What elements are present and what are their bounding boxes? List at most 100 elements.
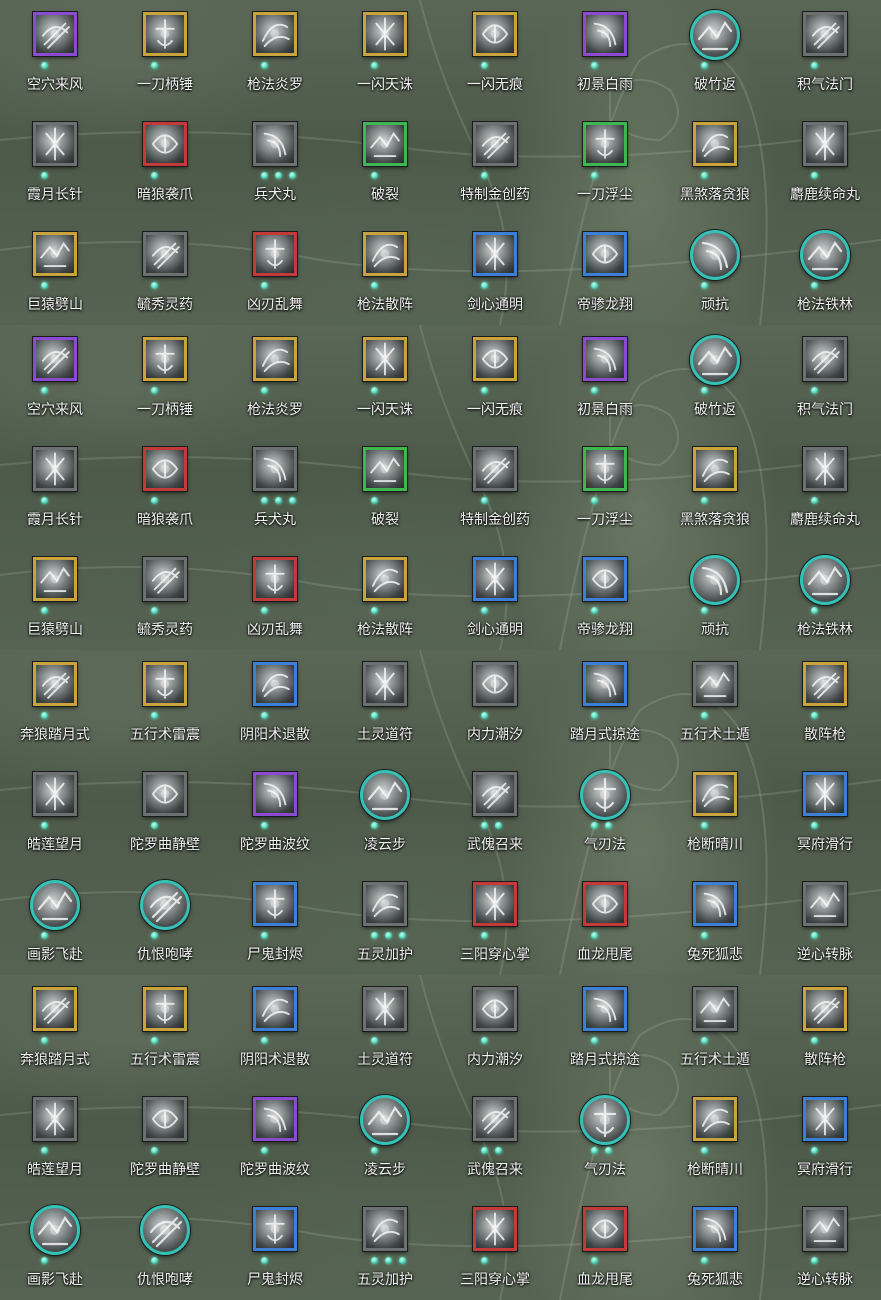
skill-icon[interactable] xyxy=(30,1205,80,1255)
skill-slot[interactable]: 空穴来风 xyxy=(0,0,110,110)
skill-slot[interactable]: 顽抗 xyxy=(660,220,770,325)
skill-slot[interactable]: 巨猿劈山 xyxy=(0,545,110,650)
skill-slot[interactable]: 皓莲望月 xyxy=(0,1085,110,1195)
skill-slot[interactable]: 一闪无痕 xyxy=(440,325,550,435)
skill-slot[interactable]: 初景白雨 xyxy=(550,0,660,110)
skill-slot[interactable]: 霞月长针 xyxy=(0,110,110,220)
skill-icon[interactable] xyxy=(800,555,850,605)
skill-icon[interactable] xyxy=(33,772,77,816)
skill-slot[interactable]: 土灵道符 xyxy=(330,975,440,1085)
skill-slot[interactable]: 黑煞落贪狼 xyxy=(660,110,770,220)
skill-icon[interactable] xyxy=(803,662,847,706)
skill-icon[interactable] xyxy=(33,662,77,706)
skill-icon[interactable] xyxy=(473,1097,517,1141)
skill-icon[interactable] xyxy=(473,122,517,166)
skill-icon[interactable] xyxy=(693,882,737,926)
skill-slot[interactable]: 踏月式掠途 xyxy=(550,650,660,760)
skill-icon[interactable] xyxy=(473,882,517,926)
skill-icon[interactable] xyxy=(253,12,297,56)
skill-icon[interactable] xyxy=(693,447,737,491)
skill-icon[interactable] xyxy=(360,770,410,820)
skill-slot[interactable]: 皓莲望月 xyxy=(0,760,110,870)
skill-slot[interactable]: 破竹返 xyxy=(660,0,770,110)
skill-slot[interactable]: 五行术雷震 xyxy=(110,650,220,760)
skill-icon[interactable] xyxy=(693,662,737,706)
skill-icon[interactable] xyxy=(363,662,407,706)
skill-slot[interactable]: 陀罗曲静壁 xyxy=(110,760,220,870)
skill-icon[interactable] xyxy=(800,230,850,280)
skill-icon[interactable] xyxy=(803,12,847,56)
skill-slot[interactable]: 五灵加护 xyxy=(330,870,440,975)
skill-icon[interactable] xyxy=(253,557,297,601)
skill-icon[interactable] xyxy=(143,337,187,381)
skill-slot[interactable]: 陀罗曲静壁 xyxy=(110,1085,220,1195)
skill-slot[interactable]: 一刀柄锤 xyxy=(110,325,220,435)
skill-icon[interactable] xyxy=(143,662,187,706)
skill-slot[interactable]: 帝骖龙翔 xyxy=(550,545,660,650)
skill-icon[interactable] xyxy=(360,1095,410,1145)
skill-slot[interactable]: 一刀浮尘 xyxy=(550,110,660,220)
skill-icon[interactable] xyxy=(583,987,627,1031)
skill-slot[interactable]: 一闪天诛 xyxy=(330,0,440,110)
skill-slot[interactable]: 气刃法 xyxy=(550,1085,660,1195)
skill-icon[interactable] xyxy=(363,557,407,601)
skill-slot[interactable]: 一刀柄锤 xyxy=(110,0,220,110)
skill-slot[interactable]: 特制金创药 xyxy=(440,110,550,220)
skill-icon[interactable] xyxy=(33,1097,77,1141)
skill-icon[interactable] xyxy=(253,662,297,706)
skill-slot[interactable]: 剑心通明 xyxy=(440,545,550,650)
skill-slot[interactable]: 空穴来风 xyxy=(0,325,110,435)
skill-slot[interactable]: 画影飞赴 xyxy=(0,1195,110,1300)
skill-icon[interactable] xyxy=(583,447,627,491)
skill-slot[interactable]: 散阵枪 xyxy=(770,975,880,1085)
skill-slot[interactable]: 土灵道符 xyxy=(330,650,440,760)
skill-icon[interactable] xyxy=(803,882,847,926)
skill-icon[interactable] xyxy=(143,987,187,1031)
skill-slot[interactable]: 凌云步 xyxy=(330,1085,440,1195)
skill-icon[interactable] xyxy=(583,12,627,56)
skill-slot[interactable]: 麝鹿续命丸 xyxy=(770,110,880,220)
skill-icon[interactable] xyxy=(690,555,740,605)
skill-slot[interactable]: 枪法炎罗 xyxy=(220,325,330,435)
skill-slot[interactable]: 一刀浮尘 xyxy=(550,435,660,545)
skill-slot[interactable]: 阴阳术退散 xyxy=(220,650,330,760)
skill-slot[interactable]: 奔狼踏月式 xyxy=(0,975,110,1085)
skill-slot[interactable]: 尸鬼封烬 xyxy=(220,870,330,975)
skill-slot[interactable]: 武傀召来 xyxy=(440,1085,550,1195)
skill-slot[interactable]: 一闪无痕 xyxy=(440,0,550,110)
skill-slot[interactable]: 三阳穿心掌 xyxy=(440,870,550,975)
skill-slot[interactable]: 枪断晴川 xyxy=(660,760,770,870)
skill-icon[interactable] xyxy=(693,122,737,166)
skill-icon[interactable] xyxy=(143,1097,187,1141)
skill-slot[interactable]: 兵犬丸 xyxy=(220,110,330,220)
skill-slot[interactable]: 凌云步 xyxy=(330,760,440,870)
skill-icon[interactable] xyxy=(33,557,77,601)
skill-icon[interactable] xyxy=(33,12,77,56)
skill-icon[interactable] xyxy=(143,12,187,56)
skill-slot[interactable]: 兵犬丸 xyxy=(220,435,330,545)
skill-slot[interactable]: 五行术雷震 xyxy=(110,975,220,1085)
skill-icon[interactable] xyxy=(473,772,517,816)
skill-icon[interactable] xyxy=(140,880,190,930)
skill-icon[interactable] xyxy=(473,987,517,1031)
skill-slot[interactable]: 五行术土遁 xyxy=(660,650,770,760)
skill-icon[interactable] xyxy=(583,122,627,166)
skill-slot[interactable]: 毓秀灵药 xyxy=(110,545,220,650)
skill-icon[interactable] xyxy=(473,232,517,276)
skill-slot[interactable]: 逆心转脉 xyxy=(770,870,880,975)
skill-slot[interactable]: 巨猿劈山 xyxy=(0,220,110,325)
skill-slot[interactable]: 冥府滑行 xyxy=(770,760,880,870)
skill-icon[interactable] xyxy=(803,1207,847,1251)
skill-icon[interactable] xyxy=(690,230,740,280)
skill-slot[interactable]: 一闪天诛 xyxy=(330,325,440,435)
skill-icon[interactable] xyxy=(33,987,77,1031)
skill-icon[interactable] xyxy=(583,882,627,926)
skill-icon[interactable] xyxy=(583,232,627,276)
skill-slot[interactable]: 剑心通明 xyxy=(440,220,550,325)
skill-icon[interactable] xyxy=(363,12,407,56)
skill-icon[interactable] xyxy=(363,337,407,381)
skill-slot[interactable]: 枪法散阵 xyxy=(330,220,440,325)
skill-slot[interactable]: 黑煞落贪狼 xyxy=(660,435,770,545)
skill-slot[interactable]: 特制金创药 xyxy=(440,435,550,545)
skill-slot[interactable]: 枪法铁林 xyxy=(770,220,880,325)
